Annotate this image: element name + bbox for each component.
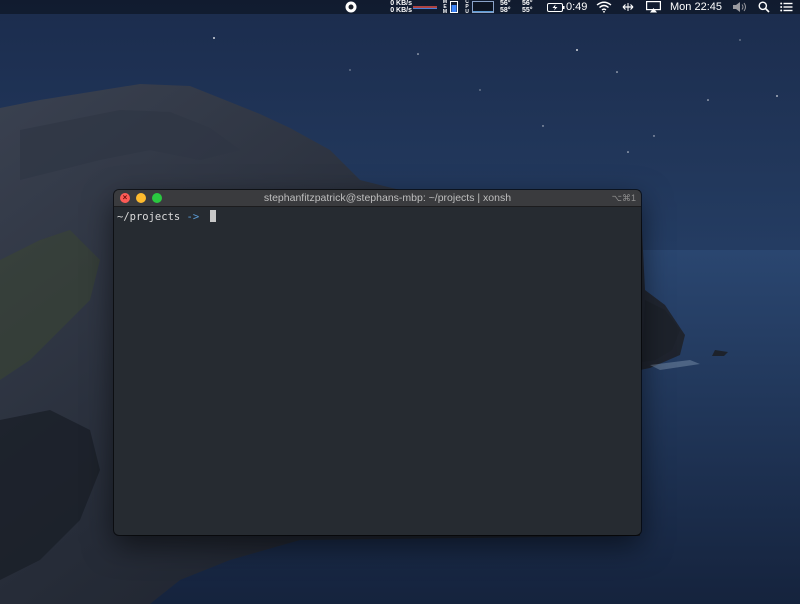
menu-clock[interactable]: Mon 22:45 <box>670 0 722 14</box>
memory-gauge-icon[interactable] <box>450 1 458 13</box>
cpu-label: C P U <box>465 0 469 15</box>
cpu-graph-icon[interactable] <box>472 1 494 13</box>
vpn-arrows-icon[interactable] <box>622 2 634 12</box>
volume-icon[interactable] <box>732 1 748 13</box>
window-minimize-button[interactable] <box>136 193 146 203</box>
temperature-col-2[interactable]: 56° 55° <box>522 0 538 14</box>
spotlight-search-icon[interactable] <box>758 1 770 13</box>
temperature-col-1[interactable]: 56° 58° <box>500 0 516 14</box>
desktop: 0 KB/s 0 KB/s M E M C P U 56° 58° 56° 55… <box>0 0 800 604</box>
notification-center-icon[interactable] <box>780 2 793 12</box>
airplay-icon[interactable] <box>646 1 661 13</box>
terminal-content[interactable]: ~/projects -> <box>114 207 641 535</box>
net-up-text: 0 KB/s <box>390 0 412 7</box>
prompt-path: ~/projects <box>117 211 181 223</box>
mem-label: M E M <box>442 0 448 15</box>
window-close-button[interactable]: × <box>120 193 130 203</box>
window-shortcut: ⌥⌘1 <box>611 193 636 203</box>
battery-time[interactable]: 0:49 <box>566 0 587 14</box>
wifi-icon[interactable] <box>596 1 612 13</box>
text-cursor <box>209 210 216 222</box>
terminal-window[interactable]: × stephanfitzpatrick@stephans-mbp: ~/pro… <box>114 190 641 535</box>
prompt-line: ~/projects -> <box>117 210 216 224</box>
menu-bar: 0 KB/s 0 KB/s M E M C P U 56° 58° 56° 55… <box>0 0 800 15</box>
record-icon[interactable] <box>345 1 357 13</box>
prompt-arrow: -> <box>186 211 200 223</box>
window-title: stephanfitzpatrick@stephans-mbp: ~/proje… <box>263 192 512 204</box>
terminal-titlebar[interactable]: × stephanfitzpatrick@stephans-mbp: ~/pro… <box>114 190 641 207</box>
network-speed[interactable]: 0 KB/s 0 KB/s <box>386 0 412 14</box>
net-down-text: 0 KB/s <box>390 7 412 14</box>
close-icon: × <box>122 193 128 202</box>
battery-icon[interactable] <box>547 3 565 12</box>
window-zoom-button[interactable] <box>152 193 162 203</box>
network-graph-icon[interactable] <box>413 2 437 12</box>
